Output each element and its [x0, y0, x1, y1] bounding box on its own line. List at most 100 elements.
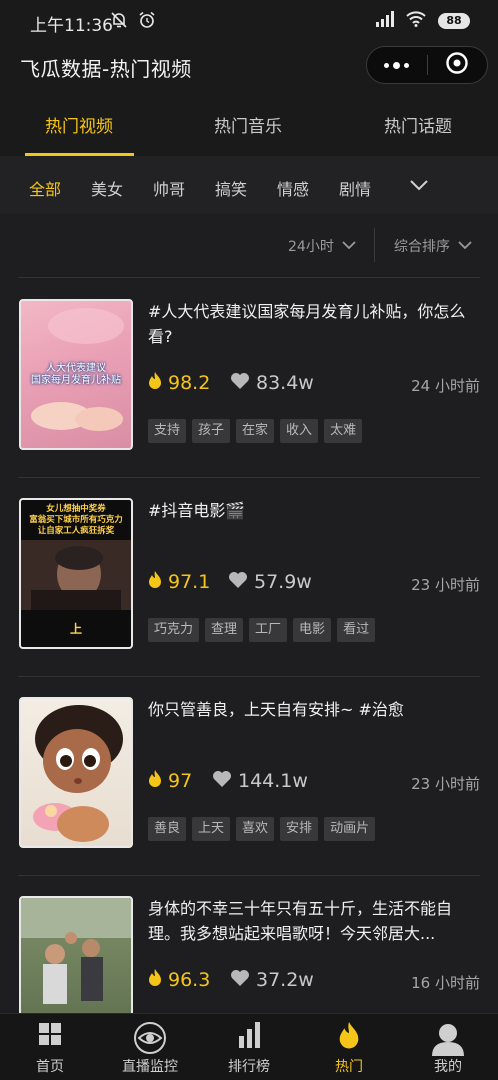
people-outdoor-image — [21, 898, 131, 1004]
tag[interactable]: 善良 — [148, 817, 187, 841]
heat-value: 97 — [168, 770, 193, 792]
video-title[interactable]: 身体的不幸三十年只有五十斤，生活不能自理。我多想站起来唱歌呀！今天邻居大... — [148, 896, 480, 946]
video-title[interactable]: #人大代表建议国家每月发育儿补贴，你怎么看? — [148, 299, 480, 349]
chevron-down-icon — [342, 238, 356, 254]
video-thumbnail[interactable]: 女儿想抽中奖券 富翁买下城市所有巧克力 让自家工人疯狂拆奖 上 — [19, 498, 133, 649]
filter-bar: 24小时 综合排序 — [18, 214, 480, 278]
sort-dropdown[interactable]: 综合排序 — [394, 236, 472, 256]
nav-label: 首页 — [36, 1059, 64, 1075]
nav-live-monitor[interactable]: 直播监控 — [100, 1014, 200, 1080]
tag-list: 善良 上天 喜欢 安排 动画片 — [148, 817, 376, 841]
tag-list: 巧克力 查理 工厂 电影 看过 — [148, 618, 376, 642]
category-bar: 全部 美女 帅哥 搞笑 情感 剧情 — [0, 156, 498, 214]
video-stats: 97.1 57.9w 23 小时前 — [148, 571, 480, 597]
mute-bell-icon — [110, 11, 128, 33]
tag[interactable]: 巧克力 — [148, 618, 200, 642]
video-thumbnail[interactable] — [19, 697, 133, 848]
flame-icon — [338, 1022, 360, 1054]
tag-list: 支持 孩子 在家 收入 太难 — [148, 419, 363, 443]
nav-label: 我的 — [434, 1059, 462, 1075]
category-all[interactable]: 全部 — [29, 176, 61, 200]
tag[interactable]: 收入 — [280, 419, 319, 443]
like-count: 144.1w — [212, 770, 308, 792]
heat-value: 96.3 — [168, 969, 211, 991]
main-tabs: 热门视频 热门音乐 热门话题 — [0, 92, 498, 156]
category-handsome[interactable]: 帅哥 — [153, 176, 185, 200]
thumbnail-caption-line: 女儿想抽中奖券 — [46, 504, 106, 514]
category-funny[interactable]: 搞笑 — [215, 176, 247, 200]
video-thumbnail[interactable]: 人大代表建议 国家每月发育儿补贴 — [19, 299, 133, 450]
tag[interactable]: 喜欢 — [236, 817, 275, 841]
video-card[interactable]: 女儿想抽中奖券 富翁买下城市所有巧克力 让自家工人疯狂拆奖 上 #抖音电影🎬 9… — [18, 478, 480, 677]
video-title[interactable]: #抖音电影🎬 — [148, 498, 480, 523]
nav-ranking[interactable]: 排行榜 — [199, 1014, 299, 1080]
wifi-icon — [406, 11, 426, 31]
time-range-label: 24小时 — [288, 239, 334, 255]
tab-hot-music[interactable]: 热门音乐 — [214, 112, 282, 137]
tag[interactable]: 支持 — [148, 419, 187, 443]
time-ago: 23 小时前 — [411, 576, 480, 594]
nav-home[interactable]: 首页 — [0, 1014, 100, 1080]
time-ago: 24 小时前 — [411, 377, 480, 395]
heart-icon — [230, 969, 250, 991]
alarm-clock-icon — [138, 11, 156, 33]
like-count: 57.9w — [228, 571, 312, 593]
nav-mine[interactable]: 我的 — [398, 1014, 498, 1080]
battery-icon: 88 — [438, 13, 470, 29]
tag[interactable]: 查理 — [205, 618, 244, 642]
tag[interactable]: 工厂 — [249, 618, 288, 642]
nav-label: 排行榜 — [228, 1059, 270, 1075]
likes-value: 37.2w — [256, 969, 314, 991]
tag[interactable]: 孩子 — [192, 419, 231, 443]
tab-hot-videos[interactable]: 热门视频 — [45, 112, 113, 137]
tag[interactable]: 电影 — [293, 618, 332, 642]
tag[interactable]: 太难 — [324, 419, 363, 443]
tag[interactable]: 动画片 — [324, 817, 376, 841]
status-bar: 上午11:36 88 — [0, 0, 498, 44]
likes-value: 144.1w — [238, 770, 308, 792]
video-card[interactable]: 身体的不幸三十年只有五十斤，生活不能自理。我多想站起来唱歌呀！今天邻居大... … — [18, 876, 480, 1013]
tag[interactable]: 安排 — [280, 817, 319, 841]
category-drama[interactable]: 剧情 — [339, 176, 371, 200]
flame-icon — [148, 770, 162, 792]
expand-categories-chevron-icon[interactable] — [408, 174, 430, 200]
likes-value: 57.9w — [254, 571, 312, 593]
thumbnail-caption-line: 上 — [69, 622, 82, 636]
time-range-dropdown[interactable]: 24小时 — [288, 236, 356, 256]
video-title[interactable]: 你只管善良，上天自有安排~ #治愈 — [148, 697, 480, 722]
animated-girl-image — [33, 705, 123, 842]
thumbnail-caption-line: 让自家工人疯狂拆奖 — [37, 526, 115, 536]
likes-value: 83.4w — [256, 372, 314, 394]
tag[interactable]: 在家 — [236, 419, 275, 443]
eye-icon — [133, 1022, 167, 1058]
video-card[interactable]: 你只管善良，上天自有安排~ #治愈 97 144.1w 23 小时前 善良 上天… — [18, 677, 480, 876]
heart-icon — [230, 372, 250, 394]
tab-hot-topics[interactable]: 热门话题 — [384, 112, 452, 137]
user-icon — [431, 1022, 465, 1060]
close-mini-program-button[interactable] — [428, 47, 488, 83]
like-count: 83.4w — [230, 372, 314, 394]
flame-icon — [148, 372, 162, 394]
flame-icon — [148, 969, 162, 991]
title-bar: 飞瓜数据-热门视频 — [0, 44, 498, 92]
tag[interactable]: 看过 — [337, 618, 376, 642]
video-card[interactable]: 人大代表建议 国家每月发育儿补贴 #人大代表建议国家每月发育儿补贴，你怎么看? … — [18, 279, 480, 478]
bar-chart-icon — [237, 1022, 261, 1052]
nav-label: 直播监控 — [122, 1059, 178, 1075]
mini-program-capsule — [366, 46, 488, 84]
like-count: 37.2w — [230, 969, 314, 991]
nav-hot[interactable]: 热门 — [299, 1014, 399, 1080]
grid-icon — [38, 1022, 62, 1050]
thumbnail-caption-line: 国家每月发育儿补贴 — [31, 375, 121, 386]
category-emotion[interactable]: 情感 — [277, 176, 309, 200]
thumbnail-caption-line: 人大代表建议 — [46, 363, 106, 374]
video-stats: 98.2 83.4w 24 小时前 — [148, 372, 480, 398]
heart-icon — [228, 571, 248, 593]
video-thumbnail[interactable] — [19, 896, 133, 1013]
more-menu-button[interactable] — [367, 47, 427, 83]
bottom-nav: 首页 直播监控 排行榜 热门 我的 — [0, 1013, 498, 1080]
tag[interactable]: 上天 — [192, 817, 231, 841]
more-dots-icon — [384, 61, 410, 69]
heat-score: 96.3 — [148, 969, 210, 991]
category-beauty[interactable]: 美女 — [91, 176, 123, 200]
